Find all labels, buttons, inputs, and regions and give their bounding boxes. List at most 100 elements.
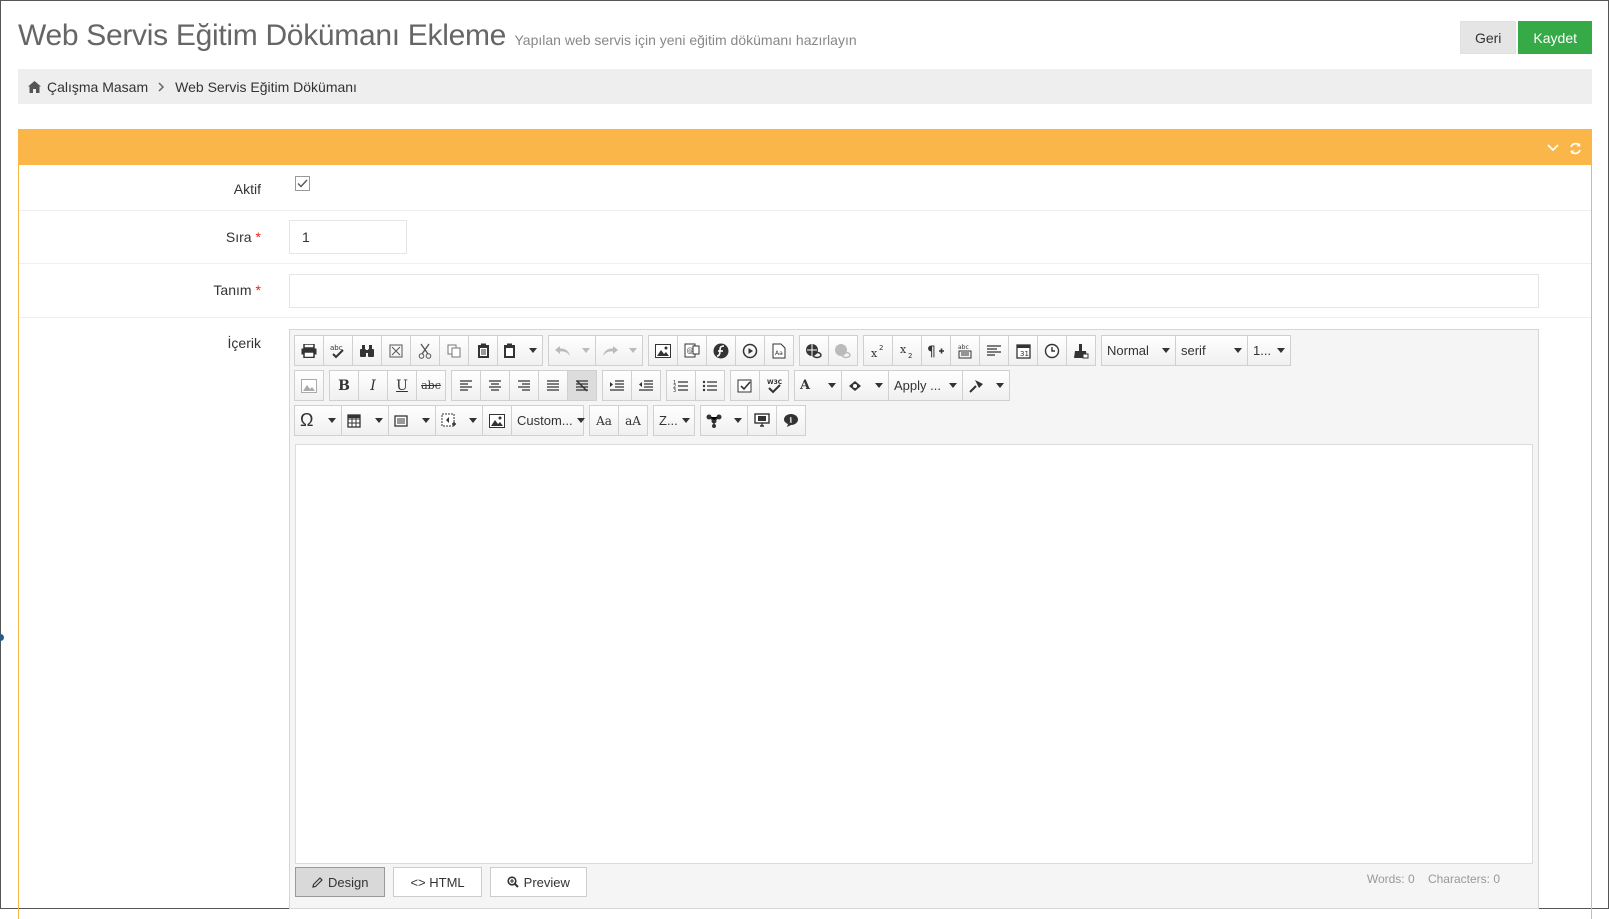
outdent-icon[interactable] [631,370,661,401]
copy-icon[interactable] [439,335,469,366]
chevron-down-icon [375,418,383,423]
about-dialog-icon[interactable]: i [776,405,806,436]
flash-manager-icon[interactable] [706,335,736,366]
convert-case-upper-button[interactable]: Aa [589,405,619,436]
font-size-dropdown[interactable]: 1... [1247,335,1291,366]
template-manager-icon[interactable]: Aa [764,335,794,366]
convert-case-lower-button[interactable]: aA [618,405,648,436]
image-map-icon[interactable] [294,370,324,401]
required-mark: * [255,229,261,245]
undo-dropdown[interactable] [548,335,596,366]
bold-icon[interactable]: B [329,370,359,401]
custom-links-dropdown[interactable]: Custom... [511,405,585,436]
indent-icon[interactable] [602,370,632,401]
save-button[interactable]: Kaydet [1518,21,1592,54]
preview-mode-tab[interactable]: Preview [489,867,587,897]
magnifier-icon [507,876,519,888]
svg-text:x: x [871,347,878,358]
spellcheck-abc-icon[interactable]: abc [950,335,980,366]
zoom-dropdown[interactable]: Z... [653,405,695,436]
rich-text-editor: abc @ Aa x 2 x 2 ¶ abc 31 Normal serif 1… [289,329,1539,909]
form-element-dropdown[interactable] [388,405,436,436]
superscript-icon[interactable]: x2 [863,335,893,366]
collapse-chevron-icon[interactable] [1545,140,1561,156]
font-family-dropdown[interactable]: serif [1175,335,1248,366]
page-subtitle: Yapılan web servis için yeni eğitim dökü… [514,32,857,48]
italic-icon[interactable]: I [358,370,388,401]
underline-icon[interactable]: U [387,370,417,401]
align-center-icon[interactable] [480,370,510,401]
active-checkbox[interactable] [295,176,310,191]
find-binoculars-icon[interactable] [352,335,382,366]
header-actions: Geri Kaydet [1459,21,1592,54]
align-justify-icon[interactable] [538,370,568,401]
paste-special-dropdown[interactable] [497,335,543,366]
cut-icon[interactable] [410,335,440,366]
portlet-header [19,130,1591,165]
print-icon[interactable] [294,335,324,366]
insert-symbol-dropdown[interactable]: Ω [294,405,342,436]
design-mode-tab[interactable]: Design [295,867,386,897]
insert-snippet-dropdown[interactable] [435,405,483,436]
editor-content-area[interactable] [295,444,1533,864]
format-painter-dropdown[interactable] [962,370,1010,401]
words-count: Words: 0 [1366,872,1415,886]
format-stripper-icon[interactable] [1066,335,1096,366]
paragraph-insert-icon[interactable]: ¶ [921,335,951,366]
xhtml-validator-icon[interactable] [730,370,760,401]
paragraph-style-dropdown[interactable]: Normal [1101,335,1176,366]
bullet-list-icon[interactable] [695,370,725,401]
form-portlet: Aktif Sıra * 1 Tanım * İçerik abc @ Aa x… [18,129,1592,919]
active-label: Aktif [233,181,261,197]
paste-icon[interactable] [468,335,498,366]
align-left-icon[interactable] [451,370,481,401]
svg-text:Aa: Aa [775,350,783,357]
chevron-down-icon [828,383,836,388]
breadcrumb-home-link[interactable]: Çalışma Masam [47,79,148,95]
insert-date-icon[interactable]: 31 [1008,335,1038,366]
strikethrough-icon[interactable]: abc [416,370,446,401]
required-mark: * [255,282,261,298]
home-icon [28,80,41,93]
definition-input[interactable] [289,274,1539,308]
chevron-down-icon [1162,348,1170,353]
apply-css-class-dropdown[interactable]: Apply ... [888,370,963,401]
align-right-icon[interactable] [509,370,539,401]
w3c-validator-icon[interactable]: W3C [759,370,789,401]
order-label: Sıra * [225,229,261,245]
unlink-icon[interactable] [828,335,858,366]
subscript-icon[interactable]: x2 [892,335,922,366]
scroll-indicator [0,634,4,641]
image-manager-icon[interactable] [648,335,678,366]
insert-table-dropdown[interactable] [341,405,389,436]
fore-color-dropdown[interactable]: A [794,370,842,401]
insert-time-icon[interactable] [1037,335,1067,366]
back-color-dropdown[interactable] [841,370,889,401]
align-remove-icon[interactable] [567,370,597,401]
redo-dropdown[interactable] [595,335,643,366]
module-manager-dropdown[interactable] [700,405,748,436]
hyperlink-manager-icon[interactable] [799,335,829,366]
numbered-list-icon[interactable]: 123 [666,370,696,401]
svg-text:W3C: W3C [767,379,783,386]
image-properties-icon[interactable] [482,405,512,436]
reload-icon[interactable] [1567,140,1583,156]
breadcrumb: Çalışma Masam Web Servis Eğitim Dökümanı [18,69,1592,104]
fullscreen-icon[interactable] [381,335,411,366]
html-mode-tab[interactable]: <> HTML [393,867,482,897]
format-block-icon[interactable] [979,335,1009,366]
order-input[interactable]: 1 [289,220,407,254]
word-character-counter: Words: 0 Characters: 0 [1367,872,1500,886]
chevron-down-icon [576,418,585,423]
spellcheck-icon[interactable]: abc [323,335,353,366]
document-manager-icon[interactable]: @ [677,335,707,366]
media-manager-icon[interactable] [735,335,765,366]
editor-mode-tabs: Design <> HTML Preview [295,867,587,897]
toggle-screen-mode-icon[interactable] [747,405,777,436]
back-button[interactable]: Geri [1459,21,1517,54]
toolbar-row-3: Ω Custom... Aa aA Z... i [294,405,812,436]
toolbar-row-2: B I U abc 123 W3C A Apply ... [294,370,1016,401]
svg-text:i: i [790,416,793,425]
svg-text:2: 2 [879,344,883,352]
svg-text:@: @ [687,347,694,355]
